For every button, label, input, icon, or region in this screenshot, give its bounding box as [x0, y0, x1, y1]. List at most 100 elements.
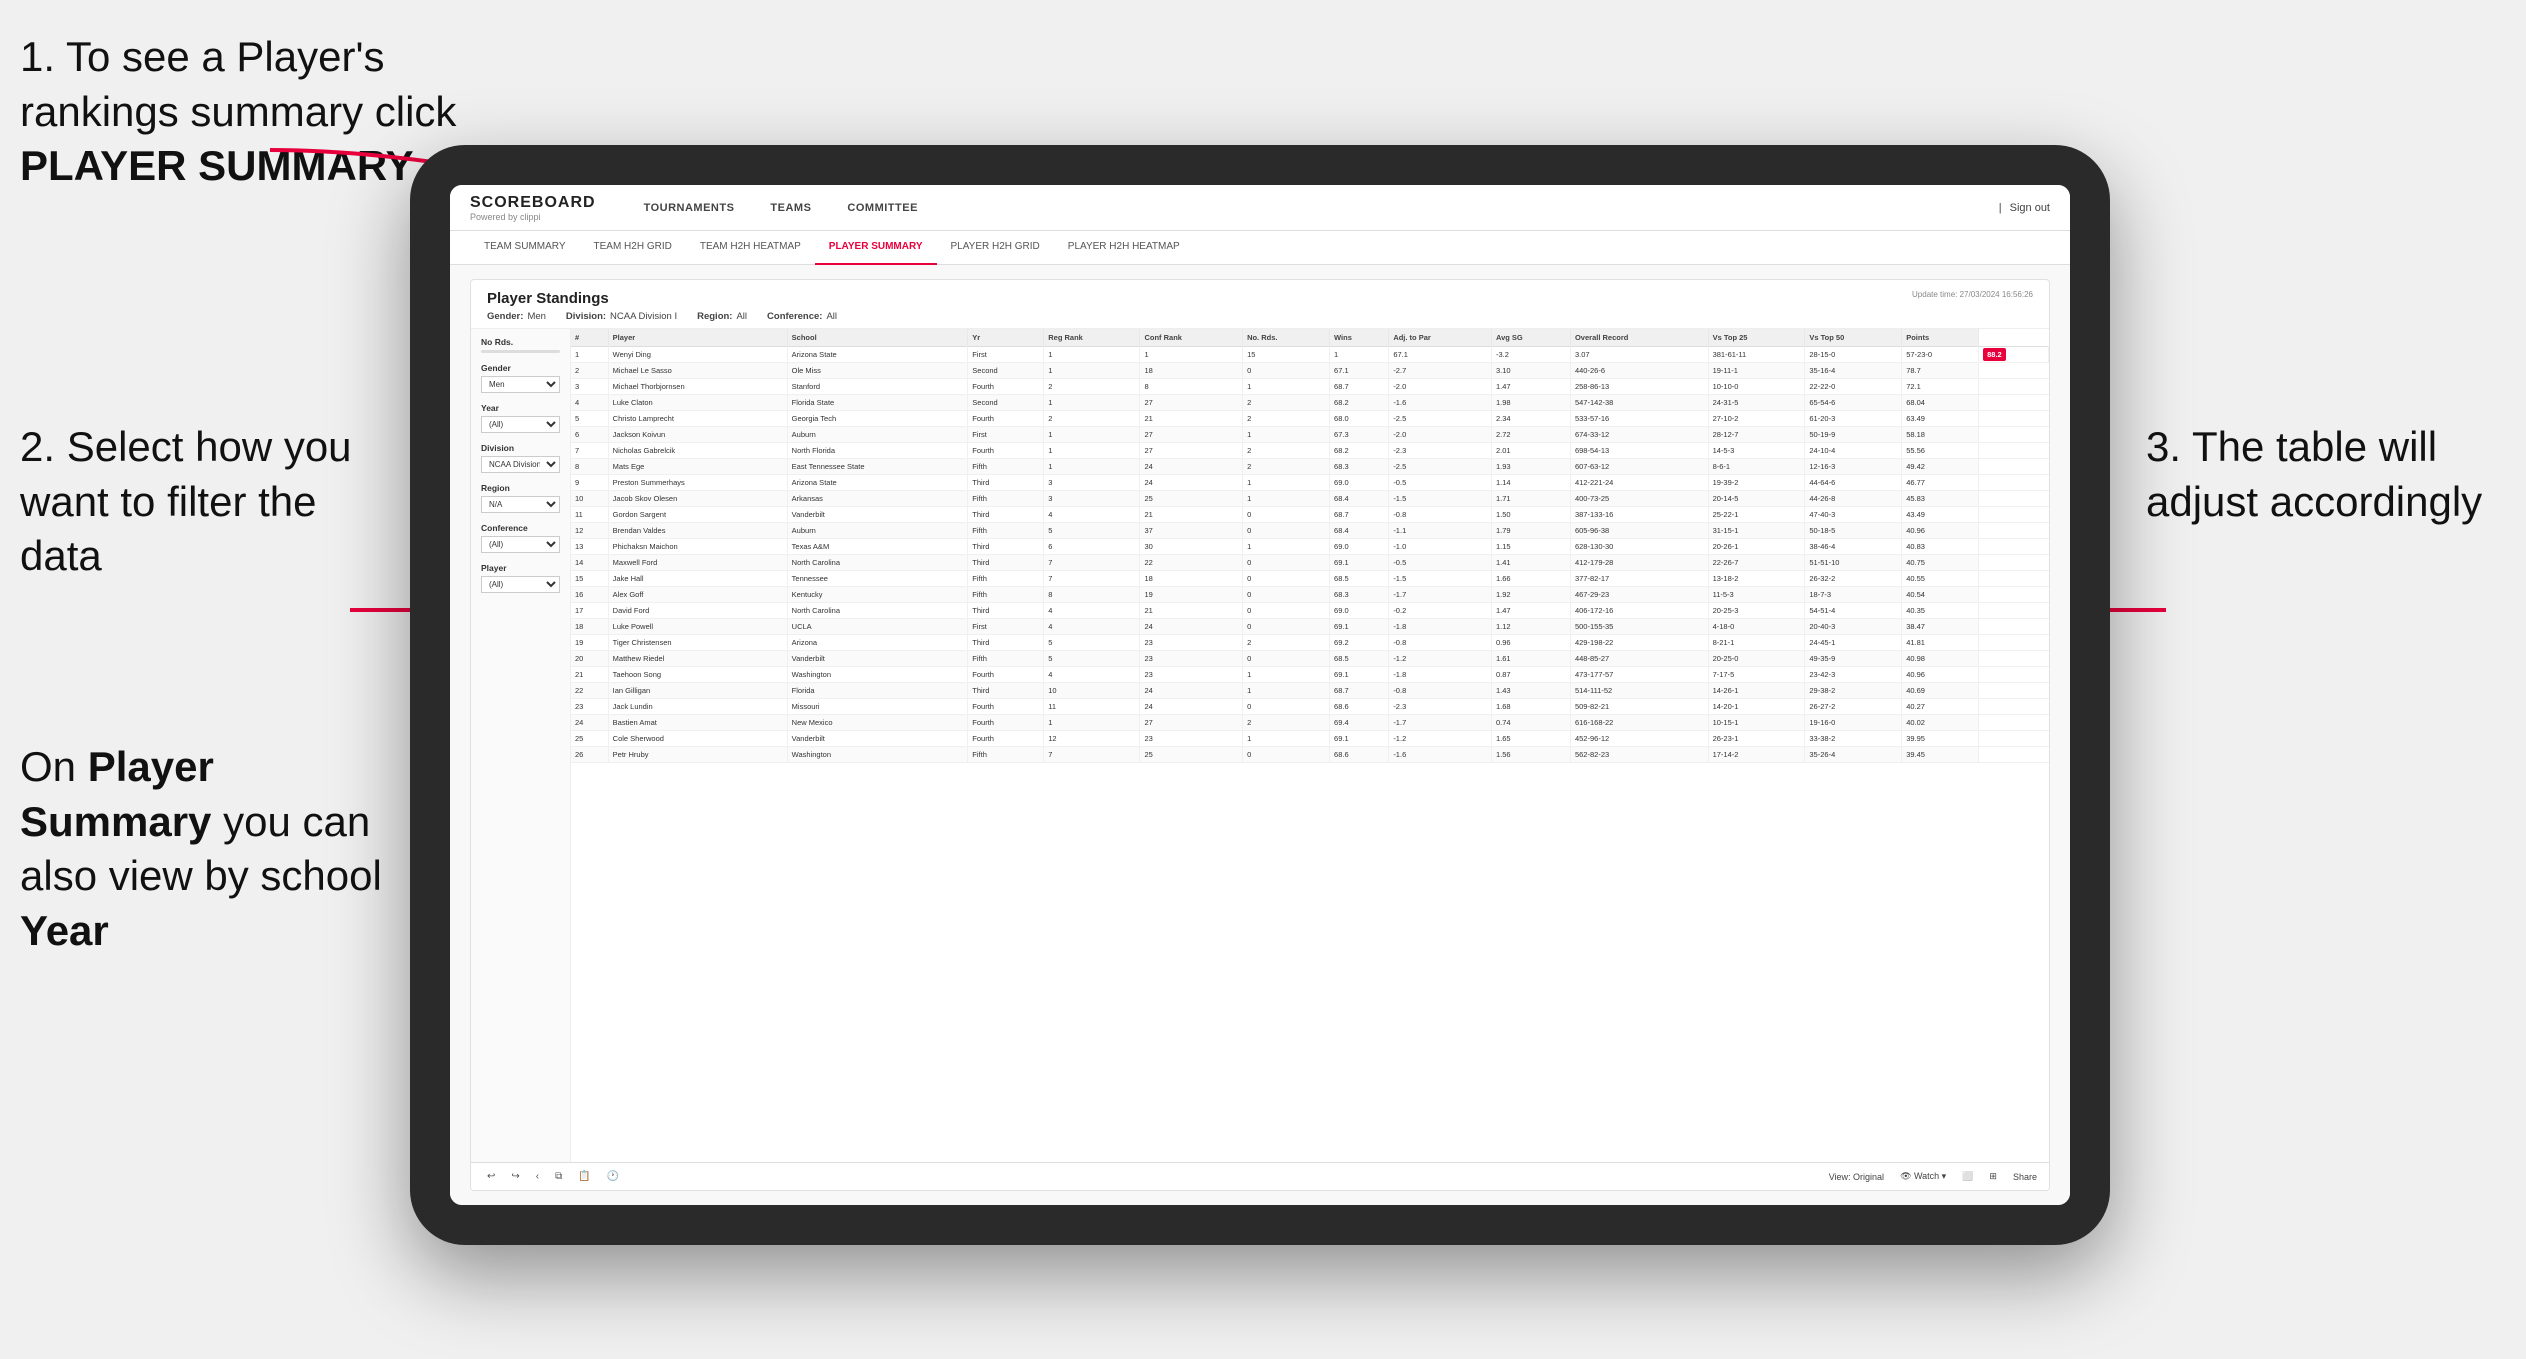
sidebar-gender-select[interactable]: Men	[481, 376, 560, 393]
table-cell-19-1: Matthew Riedel	[608, 651, 787, 667]
sidebar-player-select[interactable]: (All)	[481, 576, 560, 593]
table-row: 19Tiger ChristensenArizonaThird523269.2-…	[571, 635, 2049, 651]
table-cell-22-10: 509-82-21	[1570, 699, 1708, 715]
table-cell-3-2: Florida State	[787, 395, 968, 411]
table-cell-13-3: Third	[968, 555, 1044, 571]
table-cell-3-3: Second	[968, 395, 1044, 411]
table-cell-4-9: 2.34	[1491, 411, 1570, 427]
sidebar-year-select[interactable]: (All)	[481, 416, 560, 433]
sign-out-link[interactable]: Sign out	[2010, 202, 2050, 214]
table-row: 7Nicholas GabrelcikNorth FloridaFourth12…	[571, 443, 2049, 459]
table-cell-3-12: 65-54-6	[1805, 395, 1902, 411]
table-row: 10Jacob Skov OlesenArkansasFifth325168.4…	[571, 491, 2049, 507]
table-cell-8-12: 44-64-6	[1805, 475, 1902, 491]
table-cell-22-0: 23	[571, 699, 608, 715]
table-cell-0-3: First	[968, 347, 1044, 363]
table-cell-14-2: Tennessee	[787, 571, 968, 587]
table-cell-20-3: Fourth	[968, 667, 1044, 683]
table-cell-22-12: 26-27-2	[1805, 699, 1902, 715]
watch-label[interactable]: 👁 Watch ▾	[1900, 1171, 1946, 1182]
table-cell-16-3: Third	[968, 603, 1044, 619]
nav-teams[interactable]: TEAMS	[752, 185, 829, 231]
table-cell-18-2: Arizona	[787, 635, 968, 651]
table-cell-24-3: Fourth	[968, 731, 1044, 747]
table-cell-25-11: 17-14-2	[1708, 747, 1805, 763]
sidebar-region-select[interactable]: N/A	[481, 496, 560, 513]
table-cell-6-3: Fourth	[968, 443, 1044, 459]
table-cell-23-8: -1.7	[1389, 715, 1492, 731]
subnav-player-h2h-heatmap[interactable]: PLAYER H2H HEATMAP	[1054, 231, 1194, 265]
subnav-team-h2h-grid[interactable]: TEAM H2H GRID	[580, 231, 686, 265]
table-cell-21-6: 1	[1243, 683, 1330, 699]
filter-group-player: Player (All)	[481, 563, 560, 593]
toolbar-copy[interactable]: ⧉	[551, 1169, 566, 1184]
table-row: 23Jack LundinMissouriFourth1124068.6-2.3…	[571, 699, 2049, 715]
nav-tournaments[interactable]: TOURNAMENTS	[626, 185, 753, 231]
table-cell-8-7: 69.0	[1330, 475, 1389, 491]
table-cell-23-4: 1	[1044, 715, 1140, 731]
table-cell-24-11: 26-23-1	[1708, 731, 1805, 747]
table-cell-21-3: Third	[968, 683, 1044, 699]
table-cell-6-9: 2.01	[1491, 443, 1570, 459]
sidebar-conference-select[interactable]: (All)	[481, 536, 560, 553]
table-cell-5-12: 50-19-9	[1805, 427, 1902, 443]
toolbar-undo[interactable]: ↩	[483, 1169, 499, 1184]
table-cell-18-5: 23	[1140, 635, 1243, 651]
table-cell-25-5: 25	[1140, 747, 1243, 763]
filter-group-nords: No Rds.	[481, 337, 560, 353]
table-cell-6-13: 55.56	[1902, 443, 1979, 459]
table-cell-23-2: New Mexico	[787, 715, 968, 731]
table-cell-22-11: 14-20-1	[1708, 699, 1805, 715]
share-label[interactable]: Share	[2013, 1172, 2037, 1182]
sub-nav: TEAM SUMMARY TEAM H2H GRID TEAM H2H HEAT…	[450, 231, 2070, 265]
subnav-team-h2h-heatmap[interactable]: TEAM H2H HEATMAP	[686, 231, 815, 265]
table-cell-24-7: 69.1	[1330, 731, 1389, 747]
filter-division-value: NCAA Division I	[610, 311, 677, 322]
subnav-team-summary[interactable]: TEAM SUMMARY	[470, 231, 580, 265]
table-cell-3-9: 1.98	[1491, 395, 1570, 411]
table-cell-20-9: 0.87	[1491, 667, 1570, 683]
table-cell-18-0: 19	[571, 635, 608, 651]
toolbar-clock[interactable]: 🕐	[603, 1169, 623, 1184]
table-cell-7-11: 8-6-1	[1708, 459, 1805, 475]
table-cell-2-6: 1	[1243, 379, 1330, 395]
table-cell-25-13: 39.45	[1902, 747, 1979, 763]
table-cell-24-8: -1.2	[1389, 731, 1492, 747]
toolbar-back[interactable]: ‹	[532, 1169, 543, 1184]
table-cell-0-13: 57-23-0	[1902, 347, 1979, 363]
table-cell-23-5: 27	[1140, 715, 1243, 731]
table-cell-17-13: 38.47	[1902, 619, 1979, 635]
table-cell-21-13: 40.69	[1902, 683, 1979, 699]
table-cell-13-7: 69.1	[1330, 555, 1389, 571]
toolbar-paste[interactable]: 📋	[574, 1169, 594, 1184]
table-cell-21-10: 514-111-52	[1570, 683, 1708, 699]
col-reg-rank: Reg Rank	[1044, 329, 1140, 347]
table-cell-17-12: 20-40-3	[1805, 619, 1902, 635]
sidebar-division-select[interactable]: NCAA Division I	[481, 456, 560, 473]
table-cell-14-8: -1.5	[1389, 571, 1492, 587]
table-cell-5-2: Auburn	[787, 427, 968, 443]
table-cell-18-3: Third	[968, 635, 1044, 651]
table-cell-23-1: Bastien Amat	[608, 715, 787, 731]
annotation-bold-3b: Year	[20, 907, 109, 954]
table-row: 16Alex GoffKentuckyFifth819068.3-1.71.92…	[571, 587, 2049, 603]
nords-slider[interactable]	[481, 350, 560, 353]
table-row: 17David FordNorth CarolinaThird421069.0-…	[571, 603, 2049, 619]
view-label[interactable]: View: Original	[1829, 1172, 1884, 1182]
toolbar-icon1[interactable]: ⬜	[1962, 1171, 1973, 1182]
subnav-player-h2h-grid[interactable]: PLAYER H2H GRID	[937, 231, 1054, 265]
table-cell-21-0: 22	[571, 683, 608, 699]
subnav-player-summary[interactable]: PLAYER SUMMARY	[815, 231, 937, 265]
table-cell-23-6: 2	[1243, 715, 1330, 731]
nav-committee[interactable]: COMMITTEE	[829, 185, 936, 231]
toolbar-icon2[interactable]: ⊞	[1989, 1171, 1997, 1182]
table-cell-15-12: 18-7-3	[1805, 587, 1902, 603]
table-row: 14Maxwell FordNorth CarolinaThird722069.…	[571, 555, 2049, 571]
col-points: Points	[1902, 329, 1979, 347]
table-cell-19-4: 5	[1044, 651, 1140, 667]
table-cell-15-2: Kentucky	[787, 587, 968, 603]
table-cell-1-13: 78.7	[1902, 363, 1979, 379]
table-cell-21-4: 10	[1044, 683, 1140, 699]
toolbar-redo[interactable]: ↪	[507, 1169, 523, 1184]
table-cell-9-3: Fifth	[968, 491, 1044, 507]
